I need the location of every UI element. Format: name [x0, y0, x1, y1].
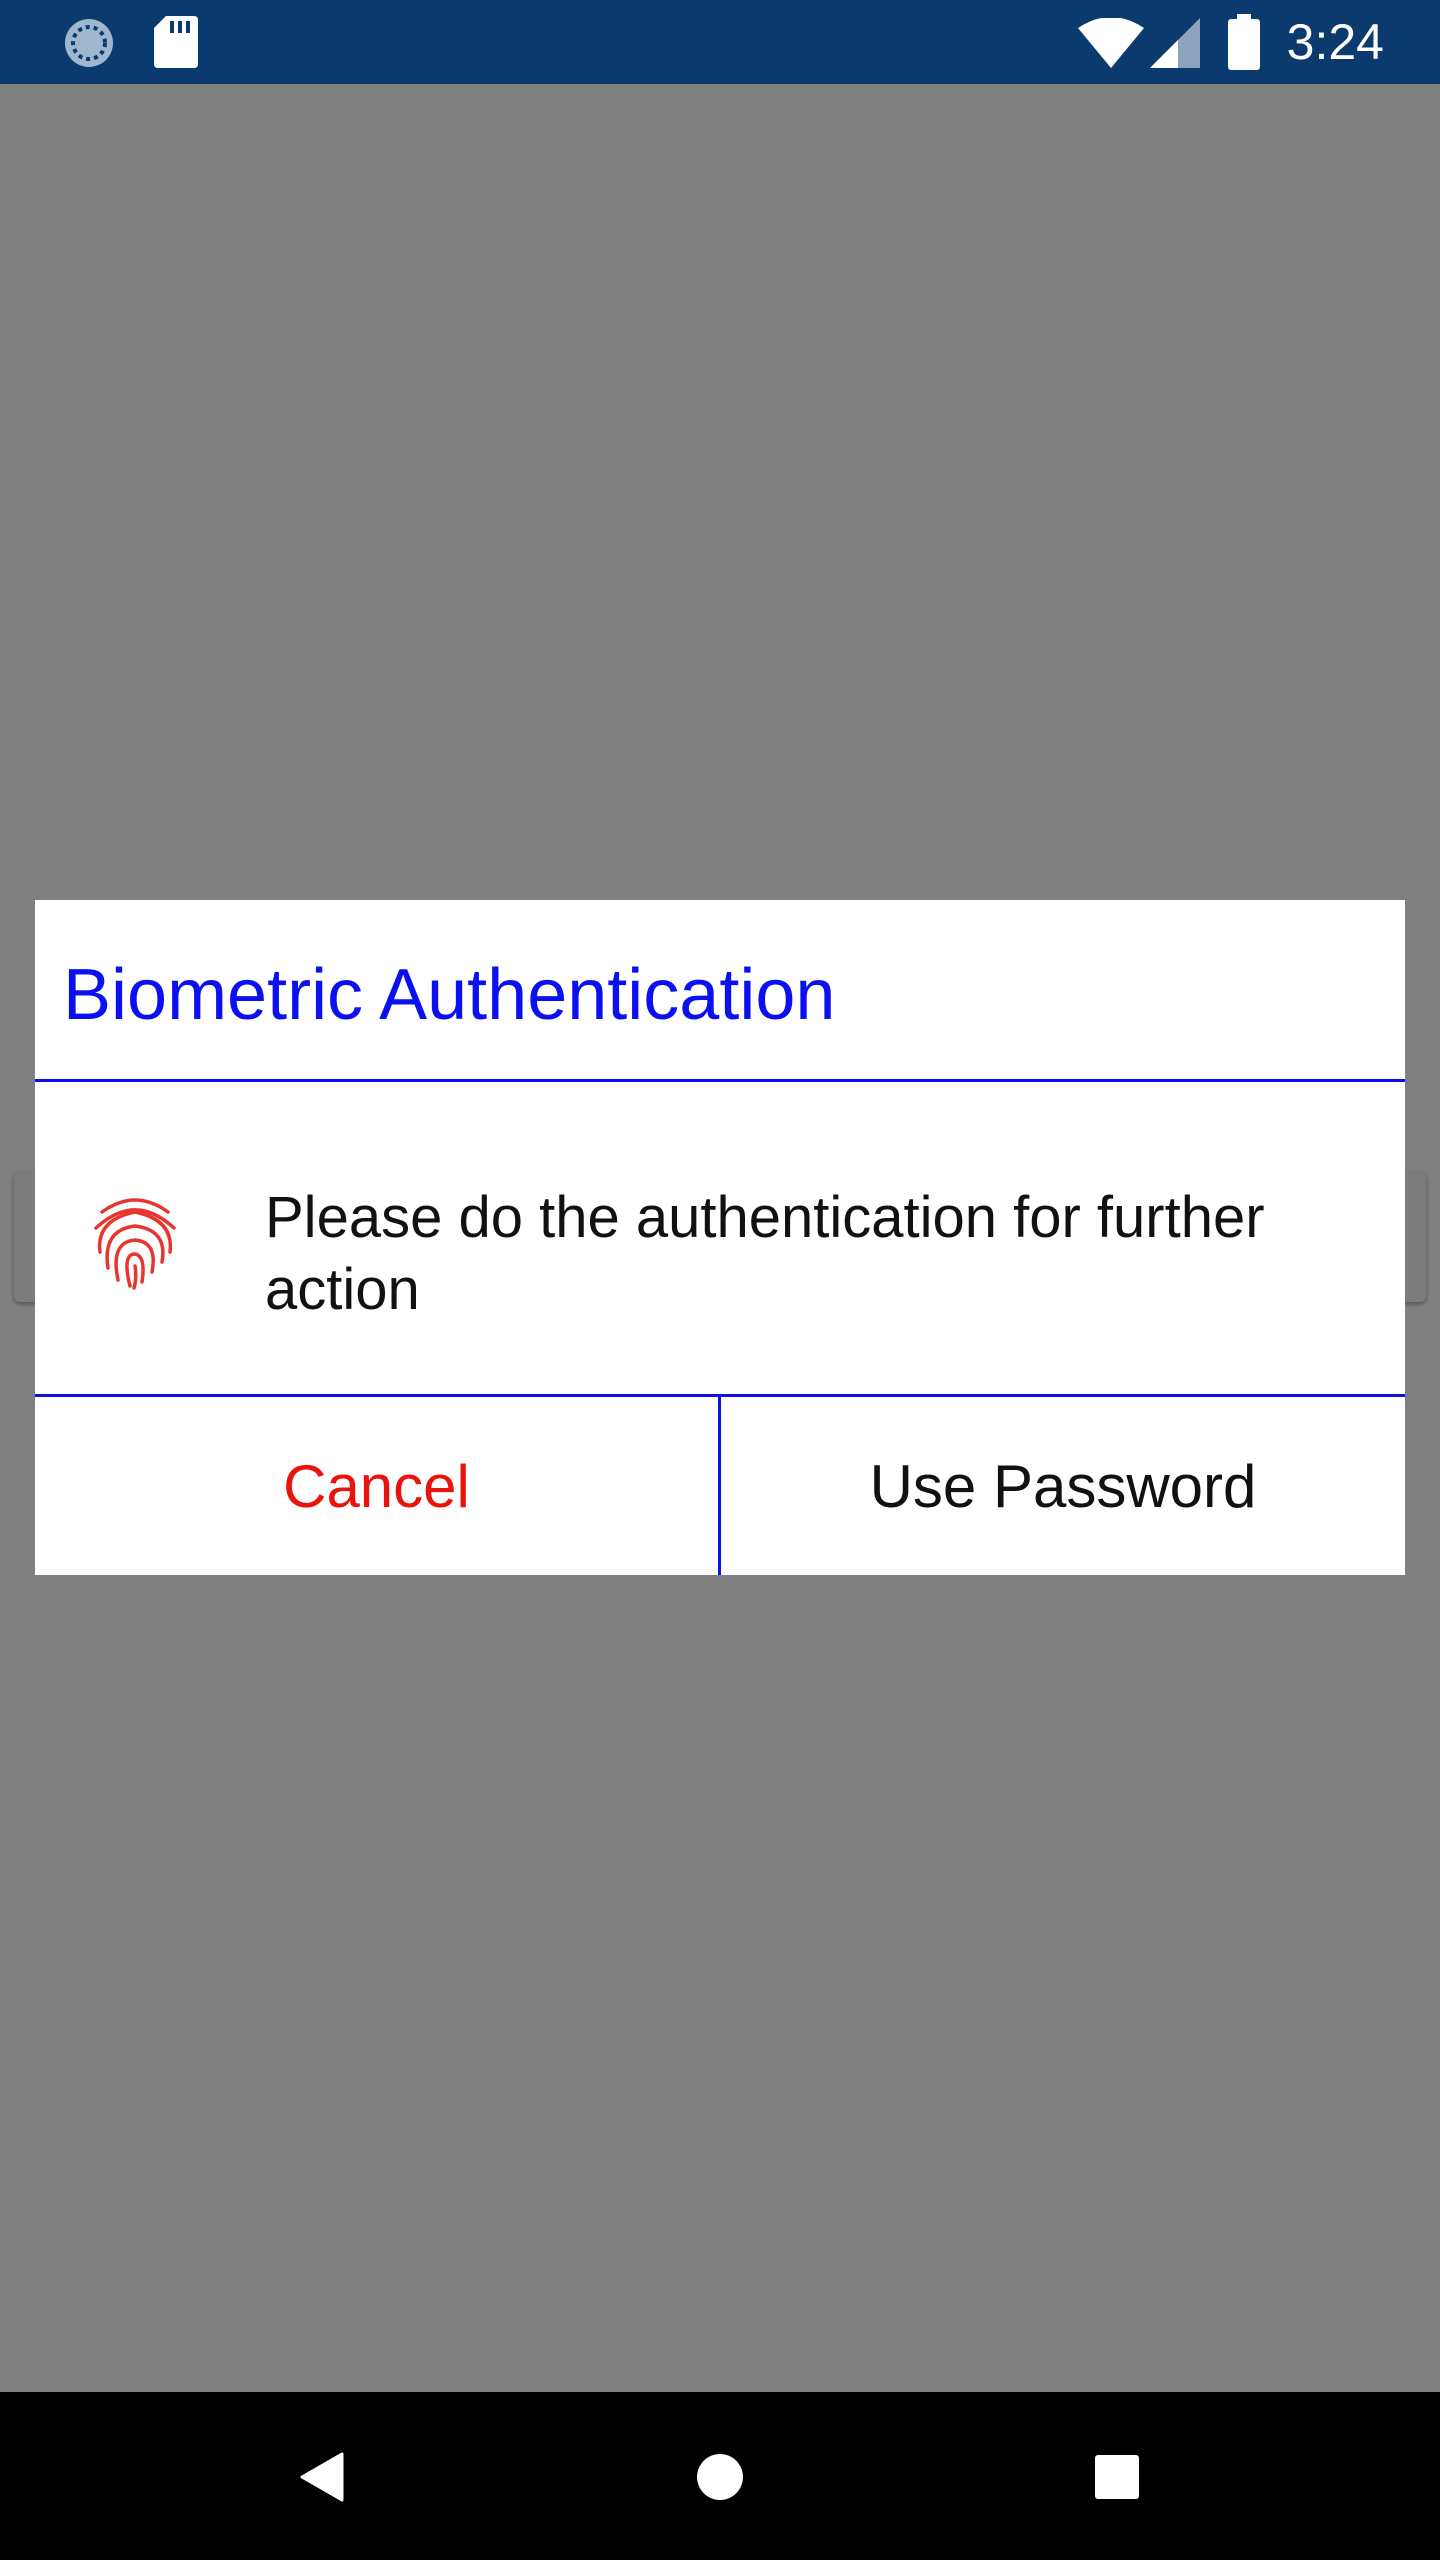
biometric-dialog: Biometric Authentication Please do the a… — [35, 900, 1405, 1575]
dialog-title: Biometric Authentication — [63, 955, 836, 1035]
dialog-message: Please do the authentication for further… — [265, 1185, 1265, 1322]
fingerprint-icon — [90, 1190, 180, 1290]
recents-icon[interactable] — [1072, 2432, 1162, 2522]
wifi-icon — [1078, 17, 1144, 73]
home-icon[interactable] — [675, 2432, 765, 2522]
status-bar: 3:24 — [0, 0, 1440, 84]
sync-icon — [62, 16, 116, 75]
battery-icon — [1228, 14, 1260, 75]
back-icon[interactable] — [276, 2432, 366, 2522]
title-divider — [35, 1079, 1405, 1082]
cell-signal-icon — [1150, 18, 1200, 73]
use-password-button[interactable]: Use Password — [721, 1397, 1405, 1575]
sd-card-icon — [154, 16, 198, 73]
cancel-button[interactable]: Cancel — [35, 1397, 718, 1575]
navigation-bar — [0, 2392, 1440, 2560]
status-time: 3:24 — [1286, 14, 1384, 70]
screen: 3:24 Biometric Authentication Please do … — [0, 0, 1440, 2560]
